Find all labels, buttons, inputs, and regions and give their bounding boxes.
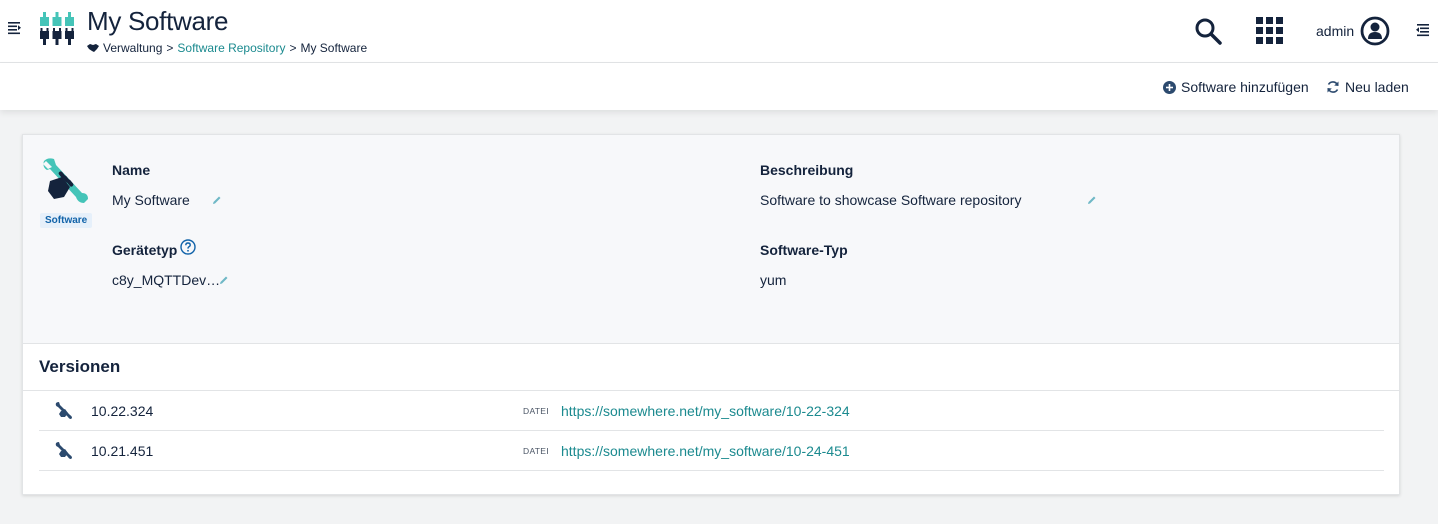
plus-circle-icon bbox=[1163, 80, 1176, 94]
edit-device-type-icon[interactable] bbox=[219, 275, 229, 285]
user-menu[interactable]: admin bbox=[1316, 16, 1390, 46]
breadcrumb-item-current: My Software bbox=[300, 41, 368, 55]
version-row[interactable]: 10.22.324 DATEI https://somewhere.net/my… bbox=[39, 391, 1384, 431]
versions-title: Versionen bbox=[39, 357, 121, 376]
menu-toggle-icon[interactable] bbox=[8, 21, 22, 35]
search-icon[interactable] bbox=[1194, 17, 1222, 45]
breadcrumb-item-software-repository[interactable]: Software Repository bbox=[177, 41, 285, 55]
software-properties: Software Name My Software Gerätetyp c8y_… bbox=[23, 135, 1399, 344]
refresh-icon bbox=[1327, 81, 1339, 93]
reload-button[interactable]: Neu laden bbox=[1326, 79, 1409, 95]
description-value: Software to showcase Software repository bbox=[760, 192, 1022, 208]
breadcrumb-separator: > bbox=[166, 41, 174, 55]
page-title: My Software bbox=[87, 6, 229, 36]
edit-name-icon[interactable] bbox=[212, 195, 222, 205]
app-logo-icon bbox=[40, 12, 74, 45]
version-number: 10.21.451 bbox=[91, 443, 154, 459]
username: admin bbox=[1316, 23, 1355, 39]
file-label: DATEI bbox=[523, 446, 549, 456]
edit-description-icon[interactable] bbox=[1087, 195, 1097, 205]
reload-label: Neu laden bbox=[1345, 79, 1409, 95]
file-label: DATEI bbox=[523, 406, 549, 416]
software-version-icon bbox=[55, 402, 72, 419]
description-label: Beschreibung bbox=[760, 162, 854, 178]
add-software-button[interactable]: Software hinzufügen bbox=[1163, 79, 1309, 95]
name-label: Name bbox=[112, 162, 151, 178]
name-value: My Software bbox=[112, 192, 190, 208]
version-number: 10.22.324 bbox=[91, 403, 154, 419]
version-file-link[interactable]: https://somewhere.net/my_software/10-22-… bbox=[561, 403, 850, 419]
version-row[interactable]: 10.21.451 DATEI https://somewhere.net/my… bbox=[39, 431, 1384, 471]
version-file-link[interactable]: https://somewhere.net/my_software/10-24-… bbox=[561, 443, 850, 459]
breadcrumb: Verwaltung > Software Repository > My So… bbox=[87, 41, 367, 55]
software-type-badge: Software bbox=[40, 213, 93, 228]
right-drawer-icon[interactable] bbox=[1415, 23, 1429, 37]
software-details-card: Software Name My Software Gerätetyp c8y_… bbox=[22, 134, 1400, 495]
device-type-value: c8y_MQTTDev… bbox=[112, 272, 221, 288]
breadcrumb-separator: > bbox=[289, 41, 297, 55]
add-software-label: Software hinzufügen bbox=[1181, 79, 1309, 95]
device-type-label: Gerätetyp bbox=[112, 242, 178, 258]
app-switcher-icon[interactable] bbox=[1256, 17, 1284, 45]
handshake-icon bbox=[87, 44, 99, 52]
breadcrumb-item-verwaltung: Verwaltung bbox=[103, 41, 163, 55]
software-type-value: yum bbox=[760, 272, 787, 288]
software-type-label: Software-Typ bbox=[760, 242, 848, 258]
user-icon bbox=[1360, 16, 1390, 46]
app-header: My Software Verwaltung > Software Reposi… bbox=[0, 0, 1438, 63]
help-icon[interactable] bbox=[180, 239, 196, 255]
software-version-icon bbox=[55, 442, 72, 459]
software-wrench-icon bbox=[43, 158, 88, 203]
